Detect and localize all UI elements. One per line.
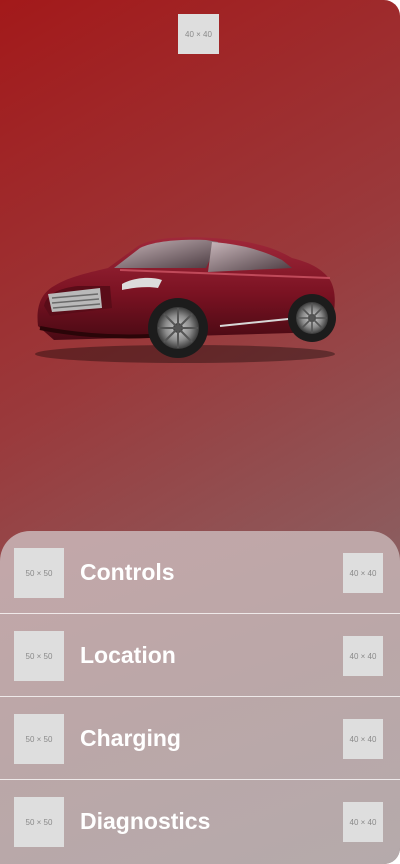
menu-item-controls[interactable]: 50 × 50 Controls 40 × 40 [0,531,400,614]
icon-placeholder-label: 50 × 50 [25,734,53,744]
icon-placeholder-label: 50 × 50 [25,651,53,661]
menu-panel: 50 × 50 Controls 40 × 40 50 × 50 Locatio… [0,531,400,864]
chevron-right-icon[interactable]: 40 × 40 [343,802,383,842]
icon-placeholder-label: 50 × 50 [25,568,53,578]
chevron-right-icon[interactable]: 40 × 40 [343,636,383,676]
menu-item-label: Diagnostics [80,808,211,834]
menu-item-location[interactable]: 50 × 50 Location 40 × 40 [0,614,400,697]
car-image [30,228,340,368]
arrow-placeholder-label: 40 × 40 [349,651,377,661]
menu-item-label: Location [80,642,176,668]
location-icon: 50 × 50 [14,631,64,681]
chevron-right-icon[interactable]: 40 × 40 [343,553,383,593]
menu-item-label: Charging [80,725,181,751]
menu-item-diagnostics[interactable]: 50 × 50 Diagnostics 40 × 40 [0,780,400,863]
arrow-placeholder-label: 40 × 40 [349,817,377,827]
chevron-right-icon[interactable]: 40 × 40 [343,719,383,759]
diagnostics-icon: 50 × 50 [14,797,64,847]
icon-placeholder-label: 50 × 50 [25,817,53,827]
arrow-placeholder-label: 40 × 40 [349,734,377,744]
controls-icon: 50 × 50 [14,548,64,598]
logo-icon: 40 × 40 [178,14,219,54]
charging-icon: 50 × 50 [14,714,64,764]
app-screen: 40 × 40 50 × 50 Controls 40 × 40 50 × 50… [0,0,400,864]
arrow-placeholder-label: 40 × 40 [349,568,377,578]
logo-placeholder-label: 40 × 40 [185,29,212,39]
menu-item-label: Controls [80,559,175,585]
menu-item-charging[interactable]: 50 × 50 Charging 40 × 40 [0,697,400,780]
